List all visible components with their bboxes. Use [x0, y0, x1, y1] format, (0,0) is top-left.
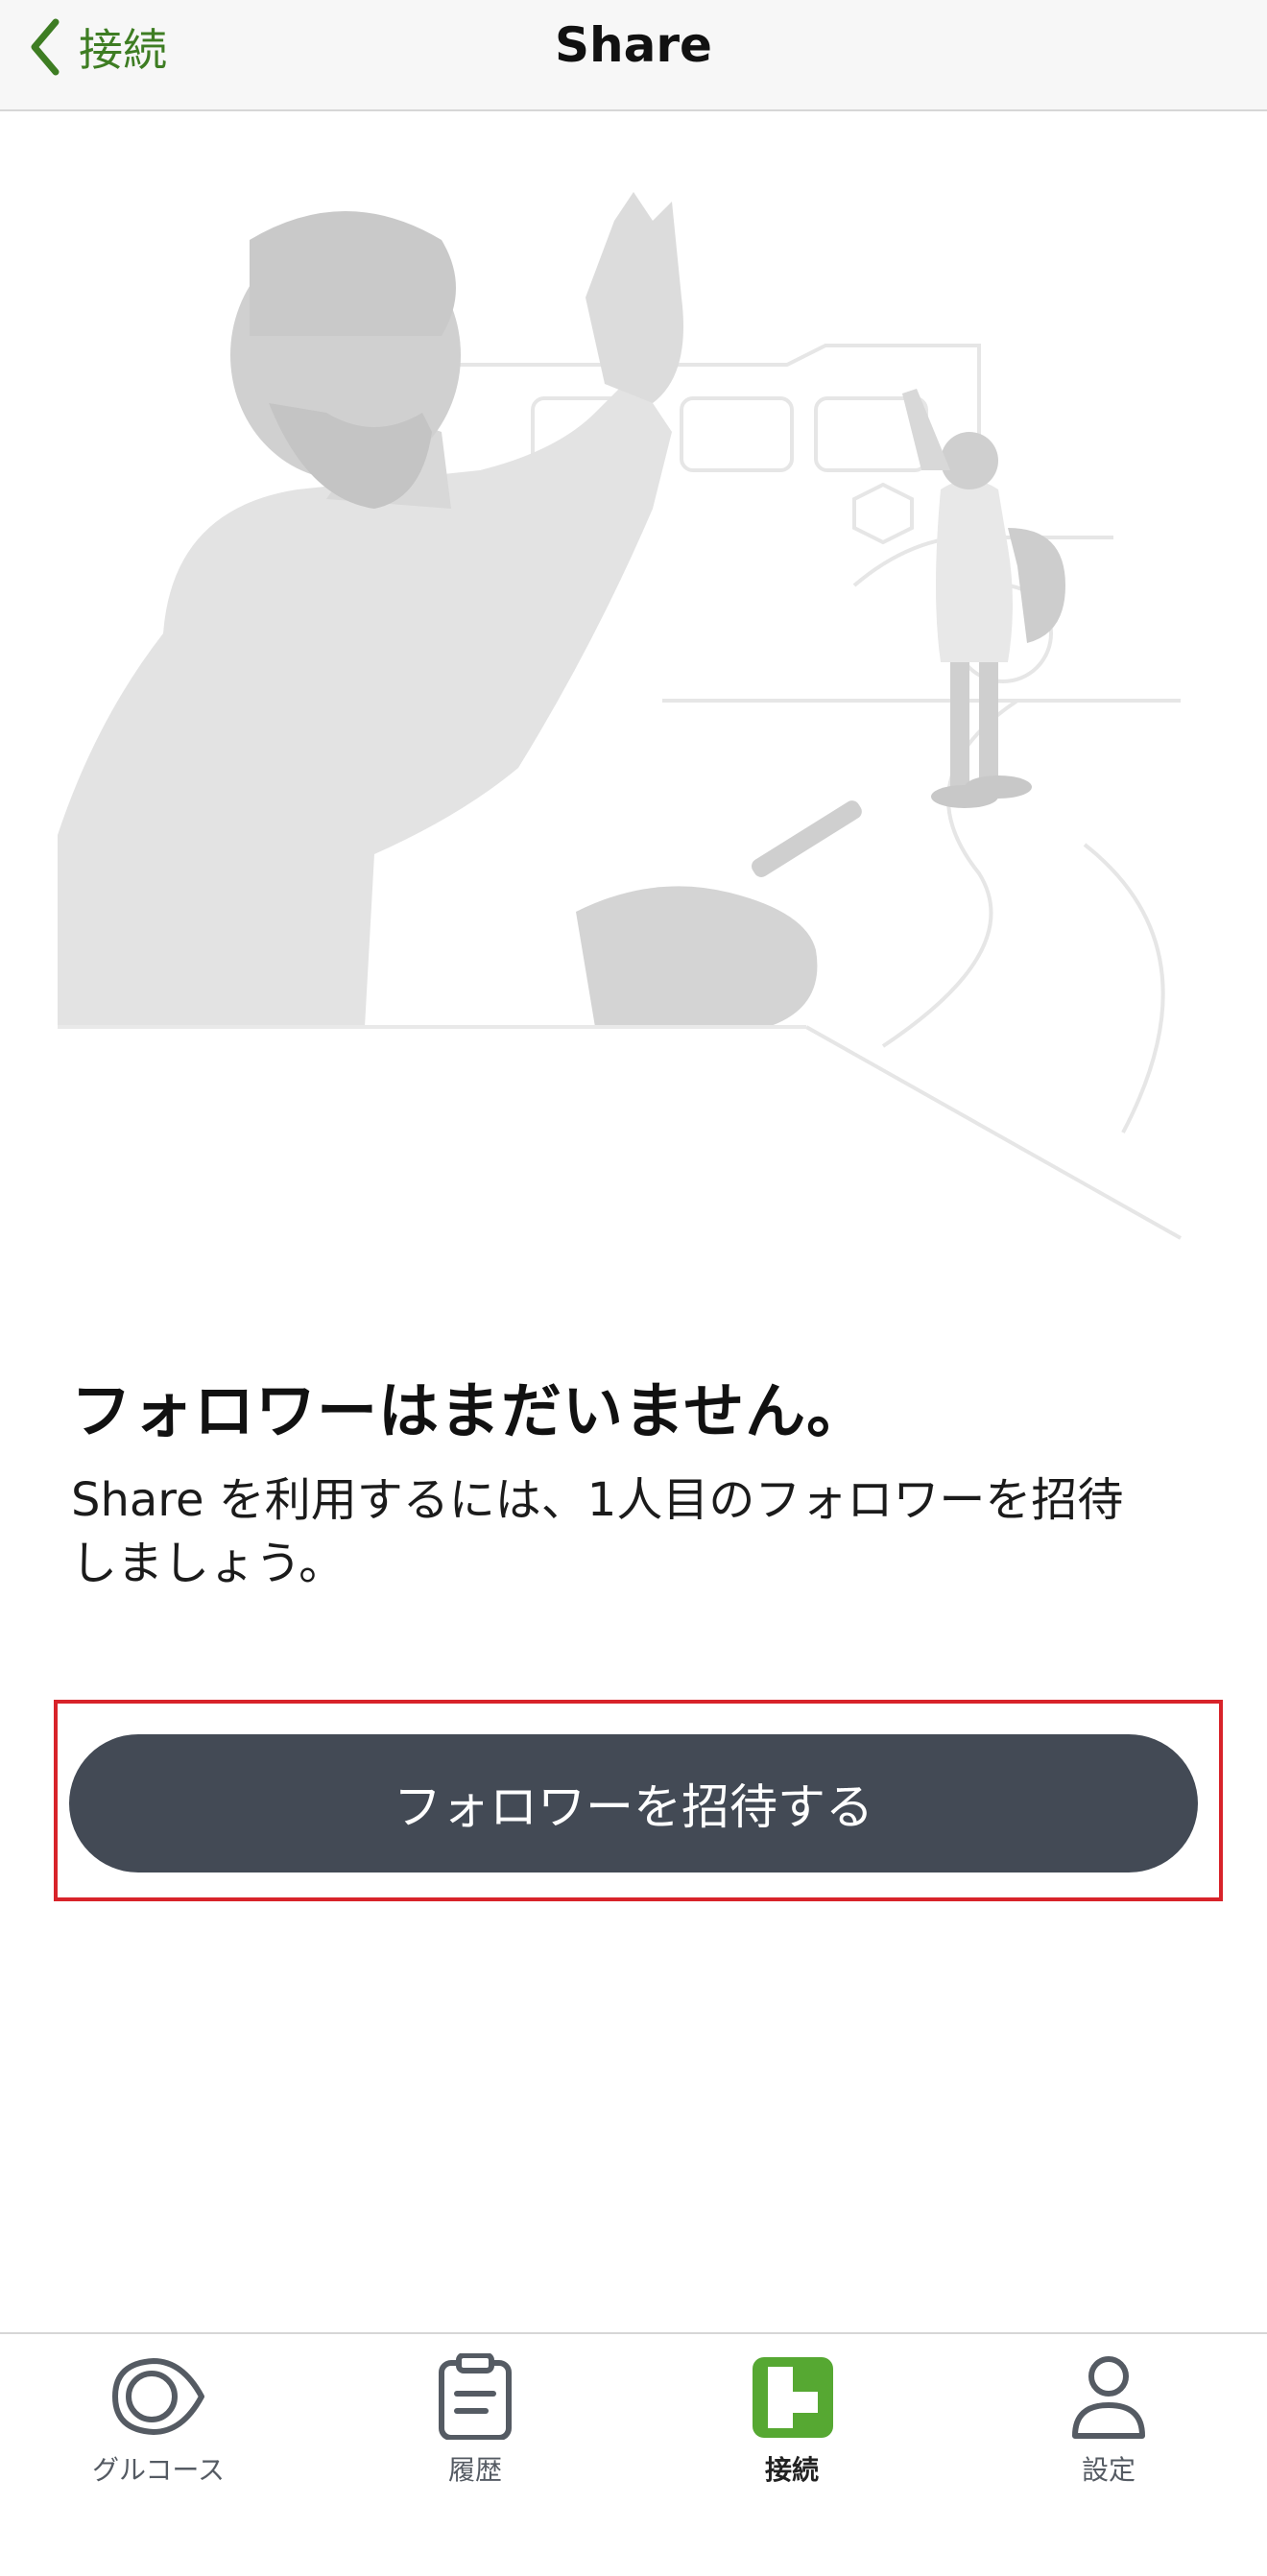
navigation-bar: 接続 Share — [0, 0, 1267, 111]
tab-connections[interactable]: 接続 — [634, 2353, 950, 2497]
clipboard-icon — [439, 2353, 512, 2440]
connections-icon — [753, 2357, 833, 2438]
tab-history[interactable]: 履歴 — [317, 2353, 634, 2497]
tab-bar: グルコース 履歴 接続 設定 — [0, 2332, 1267, 2576]
tab-settings[interactable]: 設定 — [950, 2353, 1267, 2497]
wave-illustration — [58, 192, 1182, 1240]
empty-state-description-line2: しましょう。 — [71, 1537, 346, 1590]
tab-connections-label: 接続 — [764, 2454, 819, 2486]
invite-follower-button[interactable]: フォロワーを招待する — [69, 1734, 1198, 1872]
tab-history-label: 履歴 — [447, 2454, 502, 2486]
tab-glucose-label: グルコース — [91, 2454, 226, 2486]
tab-settings-label: 設定 — [1081, 2454, 1136, 2486]
person-icon — [1072, 2356, 1145, 2439]
empty-state-title: フォロワーはまだいません。 — [71, 1376, 869, 1446]
empty-state-description: Share を利用するには、1人目のフォロワーを招待 しましょう。 — [71, 1468, 1184, 1595]
empty-state-description-line1: Share を利用するには、1人目のフォロワーを招待 — [71, 1473, 1124, 1527]
glucose-drop-icon — [112, 2358, 204, 2435]
page-title: Share — [555, 17, 712, 73]
tab-glucose[interactable]: グルコース — [0, 2353, 317, 2497]
